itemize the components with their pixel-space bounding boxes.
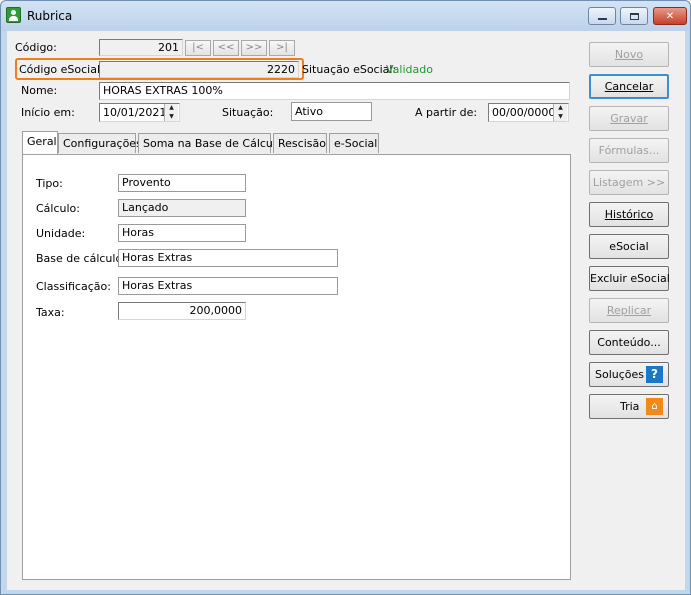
calculo-field[interactable]: Lançado: [118, 199, 246, 217]
app-person-icon: [6, 7, 21, 23]
gravar-button[interactable]: Gravar: [589, 106, 669, 131]
solucoes-button-label: Soluções: [595, 368, 645, 381]
title-bar[interactable]: Rubrica ✕: [1, 1, 690, 31]
codigo-esocial-label: Código eSocial:: [19, 63, 104, 76]
spin-down-icon[interactable]: ▼: [554, 112, 567, 121]
gravar-button-label: Gravar: [610, 112, 648, 125]
classificacao-label: Classificação:: [36, 280, 111, 293]
form-client-area: Código: 201 |< << >> >| Código eSocial: …: [7, 31, 685, 590]
rubrica-window: Rubrica ✕ Código: 201 |< << >> >| Código…: [0, 0, 691, 595]
formulas-button-label: Fórmulas...: [598, 144, 660, 157]
spin-down-icon[interactable]: ▼: [165, 112, 178, 121]
esocial-button-label: eSocial: [609, 240, 649, 253]
unidade-field[interactable]: Horas: [118, 224, 246, 242]
taxa-label: Taxa:: [36, 306, 65, 319]
inicio-label: Início em:: [21, 106, 75, 119]
a-partir-spinner[interactable]: ▲ ▼: [553, 104, 567, 121]
calculo-label: Cálculo:: [36, 202, 80, 215]
tipo-field[interactable]: Provento: [118, 174, 246, 192]
historico-button-label: Histórico: [604, 208, 654, 221]
previous-record-button[interactable]: <<: [213, 40, 239, 56]
nome-field[interactable]: HORAS EXTRAS 100%: [99, 82, 570, 100]
cancelar-button[interactable]: Cancelar: [589, 74, 669, 99]
first-record-icon: |<: [192, 42, 204, 53]
formulas-button[interactable]: Fórmulas...: [589, 138, 669, 163]
last-record-icon: >|: [276, 42, 288, 53]
solucoes-button[interactable]: Soluções ?: [589, 362, 669, 387]
triagem-button-label: Tria: [620, 400, 640, 413]
historico-button[interactable]: Histórico: [589, 202, 669, 227]
base-calculo-field[interactable]: Horas Extras: [118, 249, 338, 267]
minimize-button[interactable]: [588, 7, 616, 25]
inicio-value: 10/01/2021: [103, 106, 167, 119]
base-calculo-label: Base de cálculo:: [36, 252, 126, 265]
replicar-button[interactable]: Replicar: [589, 298, 669, 323]
taxa-field[interactable]: 200,0000: [118, 302, 246, 320]
tab-configuracoes[interactable]: Configurações: [58, 133, 142, 153]
listagem-button-label: Listagem >>: [592, 176, 666, 189]
geral-tab-panel: Tipo: Provento Cálculo: Lançado Unidade:…: [22, 154, 571, 580]
a-partir-value: 00/00/0000: [492, 106, 556, 119]
excluir-esocial-button-label: Excluir eSocial: [590, 272, 670, 285]
maximize-button[interactable]: [620, 7, 648, 25]
tab-rescisao[interactable]: Rescisão: [273, 133, 327, 153]
replicar-button-label: Replicar: [606, 304, 652, 317]
tab-esocial[interactable]: e-Social: [329, 133, 379, 153]
previous-record-icon: <<: [217, 42, 235, 53]
situacao-esocial-value: Validado: [386, 63, 433, 76]
maximize-icon: [629, 12, 639, 20]
cancelar-button-label: Cancelar: [604, 80, 654, 93]
a-partir-field[interactable]: 00/00/0000 ▲ ▼: [488, 103, 569, 122]
triage-icon: ⌂: [646, 398, 663, 415]
triagem-button[interactable]: Tria ⌂: [589, 394, 669, 419]
situacao-esocial-label: Situação eSocial:: [302, 63, 397, 76]
esocial-button[interactable]: eSocial: [589, 234, 669, 259]
conteudo-button[interactable]: Conteúdo...: [589, 330, 669, 355]
codigo-label: Código:: [15, 41, 57, 54]
tab-geral[interactable]: Geral: [22, 131, 58, 154]
listagem-button[interactable]: Listagem >>: [589, 170, 669, 195]
close-button[interactable]: ✕: [653, 7, 687, 25]
codigo-field[interactable]: 201: [99, 39, 183, 56]
next-record-button[interactable]: >>: [241, 40, 267, 56]
a-partir-label: A partir de:: [415, 106, 478, 119]
window-title: Rubrica: [27, 9, 73, 23]
unidade-label: Unidade:: [36, 227, 86, 240]
novo-button[interactable]: Novo: [589, 42, 669, 67]
spin-up-icon[interactable]: ▲: [554, 104, 567, 112]
nome-label: Nome:: [21, 84, 58, 97]
situacao-label: Situação:: [222, 106, 274, 119]
inicio-field[interactable]: 10/01/2021 ▲ ▼: [99, 103, 180, 122]
last-record-button[interactable]: >|: [269, 40, 295, 56]
novo-button-label: Novo: [614, 48, 644, 61]
spin-up-icon[interactable]: ▲: [165, 104, 178, 112]
conteudo-button-label: Conteúdo...: [597, 336, 661, 349]
situacao-field[interactable]: Ativo: [291, 102, 372, 121]
tab-soma-base-calculo[interactable]: Soma na Base de Cálculo: [138, 133, 283, 153]
inicio-spinner[interactable]: ▲ ▼: [164, 104, 178, 121]
codigo-esocial-field[interactable]: 2220: [99, 61, 299, 78]
classificacao-field[interactable]: Horas Extras: [118, 277, 338, 295]
close-icon: ✕: [665, 10, 675, 22]
excluir-esocial-button[interactable]: Excluir eSocial: [589, 266, 670, 291]
tipo-label: Tipo:: [36, 177, 63, 190]
minimize-icon: [597, 17, 607, 20]
help-icon: ?: [646, 366, 663, 383]
next-record-icon: >>: [245, 42, 263, 53]
first-record-button[interactable]: |<: [185, 40, 211, 56]
